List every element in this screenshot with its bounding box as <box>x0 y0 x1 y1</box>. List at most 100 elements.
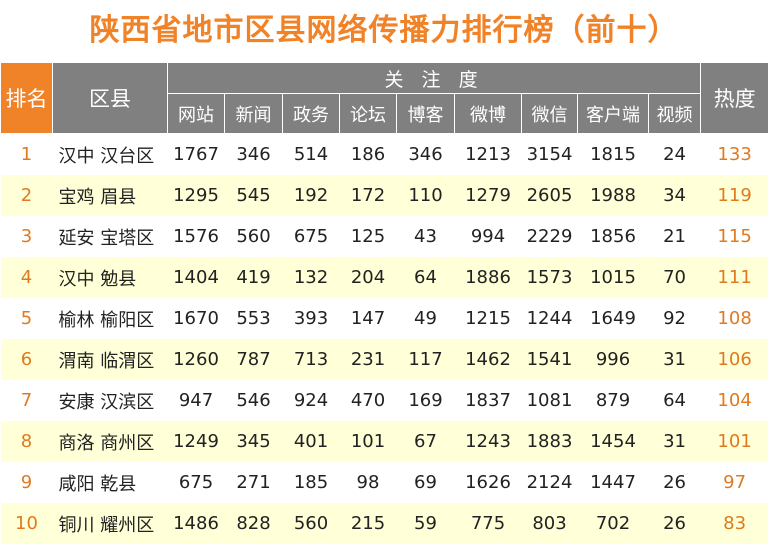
district-cell: 汉中 勉县 <box>52 257 168 298</box>
value-cell: 1447 <box>577 462 649 503</box>
value-cell: 110 <box>396 175 455 216</box>
value-cell: 1576 <box>167 216 225 257</box>
value-cell: 1249 <box>167 421 225 462</box>
value-cell: 147 <box>339 298 397 339</box>
rank-cell: 2 <box>0 175 53 216</box>
table-row: 3 延安 宝塔区 1576 560 675 125 43 994 2229 1856 21 115 <box>0 216 768 257</box>
district-cell: 安康 汉滨区 <box>52 380 168 421</box>
value-cell: 1279 <box>454 175 522 216</box>
value-cell: 1767 <box>167 133 225 175</box>
value-cell: 186 <box>339 133 397 175</box>
value-cell: 924 <box>282 380 340 421</box>
rank-cell: 3 <box>0 216 53 257</box>
value-cell: 702 <box>577 503 649 544</box>
value-cell: 828 <box>224 503 283 544</box>
heat-cell: 97 <box>700 462 768 503</box>
heat-cell: 108 <box>700 298 768 339</box>
value-cell: 560 <box>282 503 340 544</box>
value-cell: 1081 <box>521 380 578 421</box>
column-header: 网站 <box>167 93 225 134</box>
column-header: 客户端 <box>577 93 649 134</box>
value-cell: 947 <box>167 380 225 421</box>
value-cell: 24 <box>648 133 701 175</box>
rank-cell: 1 <box>0 133 53 175</box>
value-cell: 2229 <box>521 216 578 257</box>
value-cell: 1626 <box>454 462 522 503</box>
value-cell: 26 <box>648 462 701 503</box>
district-cell: 汉中 汉台区 <box>52 133 168 175</box>
value-cell: 132 <box>282 257 340 298</box>
value-cell: 713 <box>282 339 340 380</box>
value-cell: 92 <box>648 298 701 339</box>
heat-cell: 104 <box>700 380 768 421</box>
value-cell: 675 <box>282 216 340 257</box>
value-cell: 345 <box>224 421 283 462</box>
value-cell: 803 <box>521 503 578 544</box>
rank-cell: 6 <box>0 339 53 380</box>
value-cell: 64 <box>648 380 701 421</box>
value-cell: 546 <box>224 380 283 421</box>
value-cell: 545 <box>224 175 283 216</box>
value-cell: 59 <box>396 503 455 544</box>
district-cell: 榆林 榆阳区 <box>52 298 168 339</box>
value-cell: 49 <box>396 298 455 339</box>
value-cell: 31 <box>648 339 701 380</box>
value-cell: 1883 <box>521 421 578 462</box>
table-row: 4 汉中 勉县 1404 419 132 204 64 1886 1573 1015 70 111 <box>0 257 768 298</box>
rank-header: 排名 <box>0 62 53 134</box>
value-cell: 1215 <box>454 298 522 339</box>
value-cell: 172 <box>339 175 397 216</box>
value-cell: 69 <box>396 462 455 503</box>
attention-group-header: 关 注 度 <box>166 62 702 94</box>
value-cell: 775 <box>454 503 522 544</box>
rank-cell: 9 <box>0 462 53 503</box>
value-cell: 1015 <box>577 257 649 298</box>
value-cell: 346 <box>396 133 455 175</box>
value-cell: 43 <box>396 216 455 257</box>
value-cell: 3154 <box>521 133 578 175</box>
value-cell: 560 <box>224 216 283 257</box>
heat-cell: 115 <box>700 216 768 257</box>
table-row: 2 宝鸡 眉县 1295 545 192 172 110 1279 2605 1988 34 119 <box>0 175 768 216</box>
value-cell: 101 <box>339 421 397 462</box>
value-cell: 125 <box>339 216 397 257</box>
column-header: 微博 <box>454 93 522 134</box>
value-cell: 419 <box>224 257 283 298</box>
value-cell: 1486 <box>167 503 225 544</box>
value-cell: 1541 <box>521 339 578 380</box>
value-cell: 1815 <box>577 133 649 175</box>
value-cell: 994 <box>454 216 522 257</box>
value-cell: 64 <box>396 257 455 298</box>
value-cell: 401 <box>282 421 340 462</box>
heat-cell: 133 <box>700 133 768 175</box>
rank-cell: 7 <box>0 380 53 421</box>
district-cell: 咸阳 乾县 <box>52 462 168 503</box>
rank-cell: 4 <box>0 257 53 298</box>
value-cell: 271 <box>224 462 283 503</box>
value-cell: 675 <box>167 462 225 503</box>
table-row: 7 安康 汉滨区 947 546 924 470 169 1837 1081 879 64 104 <box>0 380 768 421</box>
column-header: 论坛 <box>339 93 397 134</box>
value-cell: 1244 <box>521 298 578 339</box>
value-cell: 185 <box>282 462 340 503</box>
ranking-table: 排名 区县 关 注 度 热度 网站 新闻 政务 论坛 博客 微博 微信 客户端 视频 1 汉中 汉… <box>0 62 768 544</box>
rank-cell: 8 <box>0 421 53 462</box>
table-row: 5 榆林 榆阳区 1670 553 393 147 49 1215 1244 1649 92 108 <box>0 298 768 339</box>
table-row: 8 商洛 商州区 1249 345 401 101 67 1243 1883 1454 31 101 <box>0 421 768 462</box>
value-cell: 1295 <box>167 175 225 216</box>
value-cell: 346 <box>224 133 283 175</box>
value-cell: 67 <box>396 421 455 462</box>
value-cell: 514 <box>282 133 340 175</box>
value-cell: 1856 <box>577 216 649 257</box>
column-header: 政务 <box>282 93 340 134</box>
value-cell: 1454 <box>577 421 649 462</box>
table-row: 10 铜川 耀州区 1486 828 560 215 59 775 803 702 26 83 <box>0 503 768 544</box>
column-header: 视频 <box>647 93 702 134</box>
value-cell: 31 <box>648 421 701 462</box>
column-header: 微信 <box>521 93 578 134</box>
value-cell: 393 <box>282 298 340 339</box>
value-cell: 192 <box>282 175 340 216</box>
value-cell: 98 <box>339 462 397 503</box>
district-cell: 宝鸡 眉县 <box>52 175 168 216</box>
heat-cell: 83 <box>700 503 768 544</box>
